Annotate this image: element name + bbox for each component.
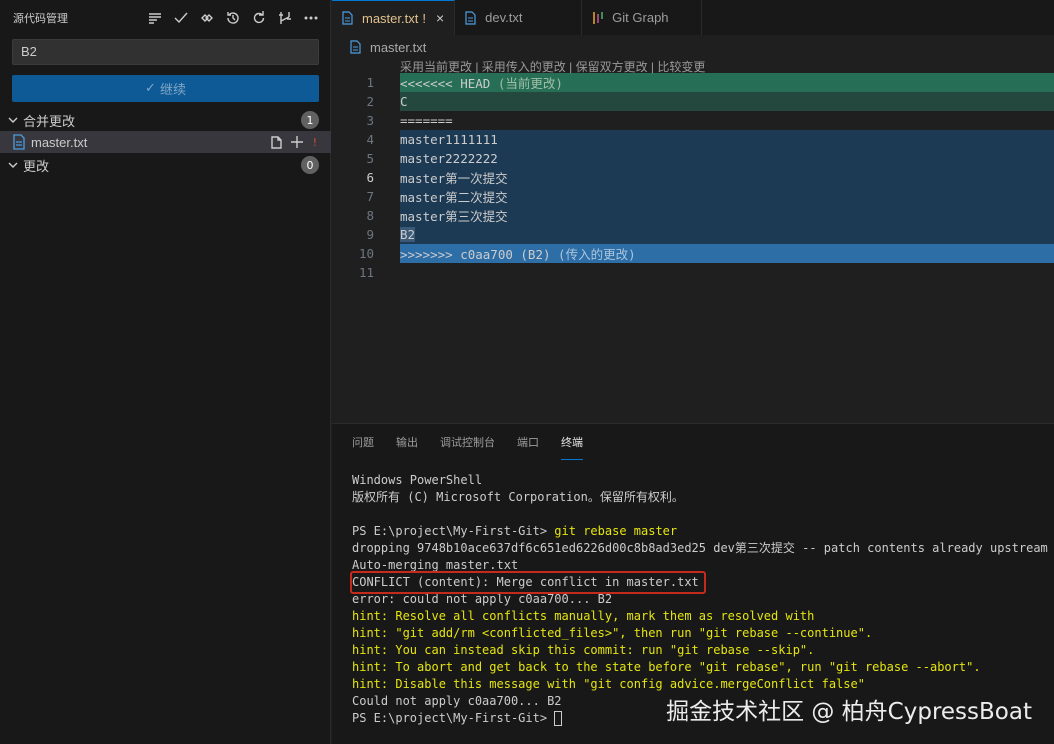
breadcrumb[interactable]: master.txt (350, 37, 426, 57)
tab-master-txt[interactable]: master.txt ! × (332, 0, 456, 35)
code-line: 10 >>>>>>> c0aa700 (B2) (传入的更改) (332, 244, 1054, 263)
line-text: <<<<<<< HEAD (当前更改) (400, 76, 563, 91)
group-label: 更改 (23, 159, 50, 175)
terminal-line: hint: To abort and get back to the state… (352, 660, 981, 674)
terminal-line: Windows PowerShell (352, 473, 483, 487)
close-icon[interactable]: × (436, 10, 444, 26)
conflict-status: ! (312, 135, 317, 149)
sidebar-actions (144, 7, 330, 29)
git-graph-icon (593, 11, 603, 24)
commit-check-icon[interactable] (170, 7, 192, 29)
code-line: 9 B2 (332, 225, 1054, 244)
continue-label: 继续 (159, 83, 186, 98)
view-as-list-icon[interactable] (144, 7, 166, 29)
terminal-line: dropping 9748b10ace637df6c651ed6226d00c8… (352, 541, 1048, 555)
source-control-sidebar: 源代码管理 B2 ✓ 继续 合并更改 1 master.txt ! 更改 0 (0, 0, 331, 744)
line-number: 11 (358, 265, 374, 280)
branch-graph-icon[interactable] (274, 7, 296, 29)
sync-icon[interactable] (196, 7, 218, 29)
line-text: master2222222 (400, 151, 498, 166)
line-number: 10 (358, 246, 374, 261)
group-label: 合并更改 (23, 114, 76, 130)
conflict-indicator: ! (422, 10, 426, 26)
code-line: 7 master第二次提交 (332, 187, 1054, 206)
terminal-line: hint: Resolve all conflicts manually, ma… (352, 609, 815, 623)
count-badge: 0 (301, 156, 319, 174)
panel-tabs: 问题 输出 调试控制台 端口 终端 (332, 424, 1054, 460)
commit-message-input[interactable]: B2 (12, 39, 319, 65)
check-icon: ✓ (145, 81, 156, 96)
line-number: 2 (366, 94, 374, 109)
file-icon (350, 40, 361, 54)
merge-changes-group[interactable]: 合并更改 1 (0, 109, 331, 131)
line-number: 6 (366, 170, 374, 185)
code-line: 3 ======= (332, 111, 1054, 130)
tab-git-graph[interactable]: Git Graph (582, 0, 703, 35)
line-text: ======= (400, 113, 453, 128)
chevron-down-icon (5, 157, 21, 173)
code-line: 4 master1111111 (332, 130, 1054, 149)
file-actions: ! (269, 134, 317, 150)
code-line: 2C (332, 92, 1054, 111)
line-text: master第二次提交 (400, 190, 508, 205)
terminal-line: PS E:\project\My-First-Git> git rebase m… (352, 524, 678, 538)
continue-button[interactable]: ✓ 继续 (12, 75, 319, 102)
line-text: master第三次提交 (400, 209, 508, 224)
file-icon (13, 134, 25, 150)
line-number: 9 (366, 227, 374, 242)
code-editor[interactable]: 1 <<<<<<< HEAD (当前更改) 2C 3 ======= 4 master… (332, 73, 1054, 282)
tab-label: master.txt (362, 10, 419, 26)
tab-label: Git Graph (612, 10, 669, 25)
line-number: 3 (366, 113, 374, 128)
line-text: >>>>>>> c0aa700 (B2) (传入的更改) (400, 247, 636, 262)
tab-terminal[interactable]: 终端 (561, 424, 583, 460)
sidebar-title: 源代码管理 (13, 12, 68, 25)
terminal-line: 版权所有 (C) Microsoft Corporation。保留所有权利。 (352, 490, 684, 504)
line-number: 4 (366, 132, 374, 147)
watermark: 掘金技术社区 @ 柏舟CypressBoat (666, 699, 1032, 725)
chevron-down-icon (5, 112, 21, 128)
tab-debug-console[interactable]: 调试控制台 (440, 424, 495, 460)
code-line: 8 master第三次提交 (332, 206, 1054, 225)
breadcrumb-file: master.txt (370, 39, 427, 55)
changes-group[interactable]: 更改 0 (0, 154, 331, 176)
file-row-master[interactable]: master.txt ! (0, 131, 331, 153)
line-number: 8 (366, 208, 374, 223)
line-text: C (400, 94, 408, 109)
code-line: 11 (332, 263, 1054, 282)
terminal-line: hint: You can instead skip this commit: … (352, 643, 815, 657)
file-icon (342, 11, 353, 25)
line-text: master第一次提交 (400, 171, 508, 186)
tab-label: dev.txt (485, 10, 523, 25)
file-icon (465, 10, 476, 25)
count-badge: 1 (301, 111, 319, 129)
terminal-line: hint: Disable this message with "git con… (352, 677, 865, 691)
line-number: 7 (366, 189, 374, 204)
terminal-line: hint: "git add/rm <conflicted_files>", t… (352, 626, 873, 640)
tab-dev-txt[interactable]: dev.txt (455, 0, 583, 35)
file-name: master.txt (31, 134, 88, 150)
editor-tabs: master.txt ! × dev.txt Git Graph (332, 0, 1054, 35)
terminal-command: git rebase master (554, 524, 678, 538)
terminal-output[interactable]: Windows PowerShell 版权所有 (C) Microsoft Co… (352, 472, 1048, 727)
tab-output[interactable]: 输出 (396, 424, 418, 460)
terminal-cursor (554, 711, 563, 726)
stage-plus-icon[interactable] (289, 134, 305, 150)
open-file-icon[interactable] (269, 134, 285, 150)
code-line: 5 master2222222 (332, 149, 1054, 168)
line-number: 5 (366, 151, 374, 166)
line-text: master1111111 (400, 132, 498, 147)
tab-problems[interactable]: 问题 (352, 424, 374, 460)
refresh-icon[interactable] (248, 7, 270, 29)
more-actions-icon[interactable] (300, 7, 322, 29)
code-line: 1 <<<<<<< HEAD (当前更改) (332, 73, 1054, 92)
sidebar-header: 源代码管理 (0, 0, 330, 36)
tab-ports[interactable]: 端口 (517, 424, 539, 460)
line-number: 1 (366, 75, 374, 90)
history-icon[interactable] (222, 7, 244, 29)
line-text: B2 (400, 227, 416, 242)
code-line: 6 master第一次提交 (332, 168, 1054, 187)
conflict-highlight-box (350, 571, 706, 594)
